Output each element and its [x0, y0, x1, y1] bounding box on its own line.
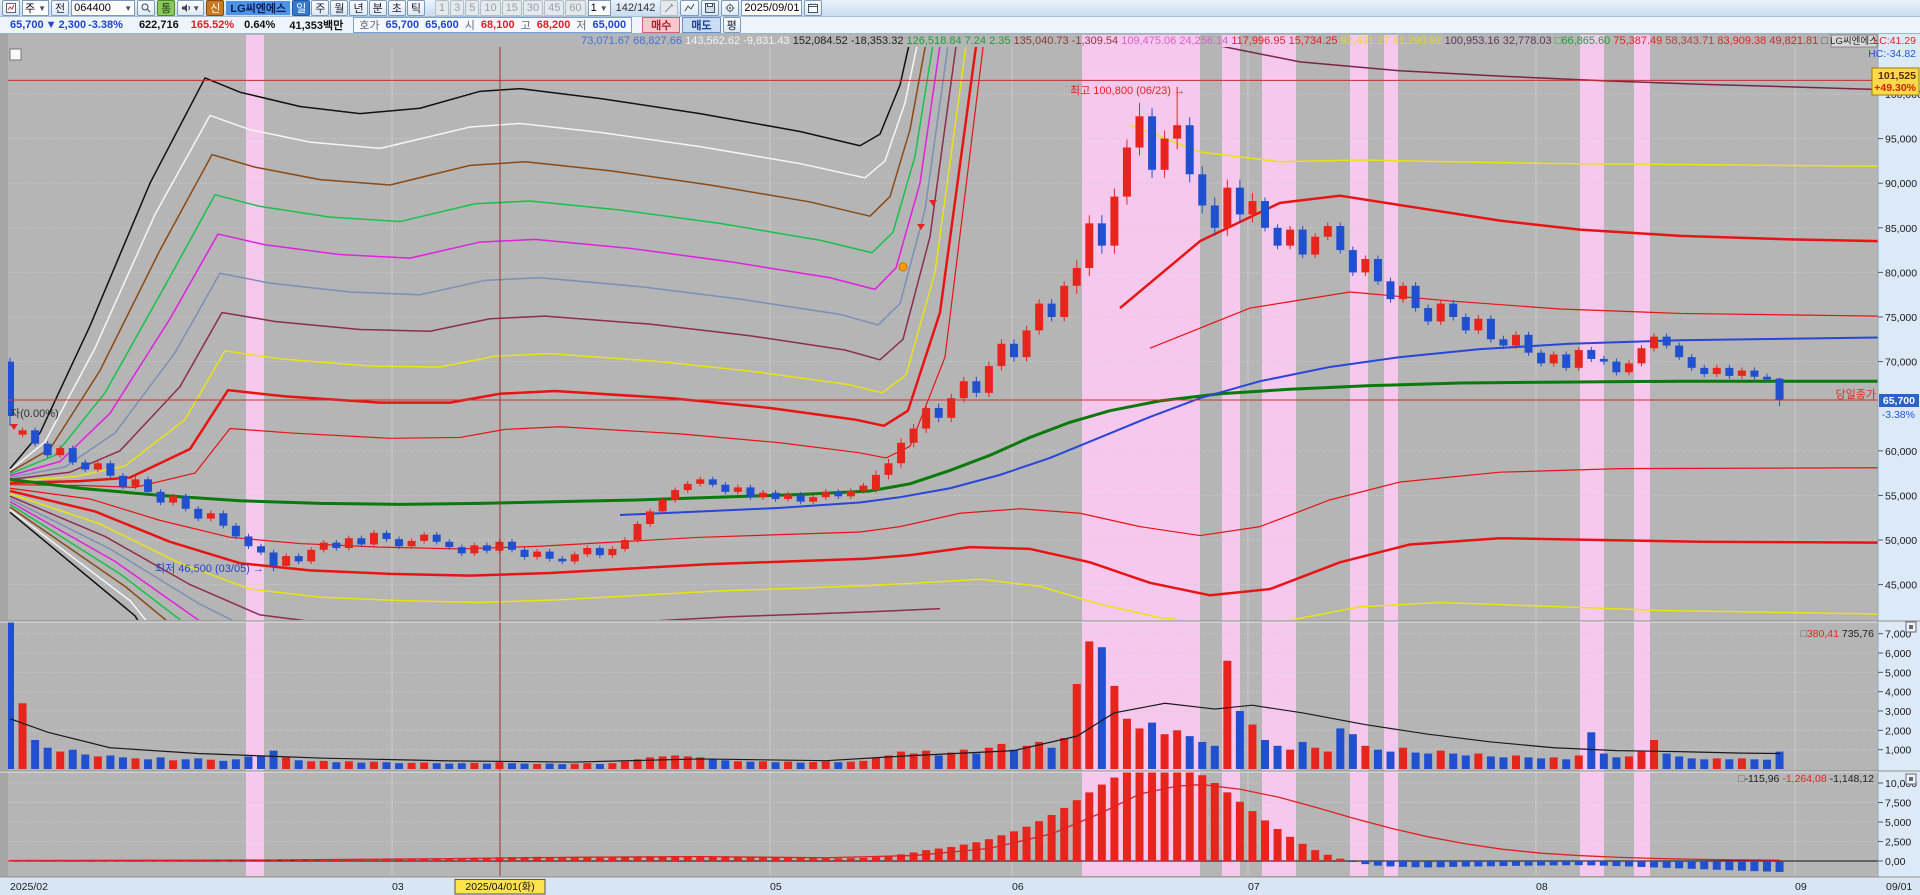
svg-text:당일종가: 당일종가 — [1836, 387, 1876, 401]
chart-canvas[interactable]: 최고 100,800 (06/23) → 최저 46,500 (03/05) → 자… — [0, 0, 1920, 895]
svg-text:05: 05 — [770, 881, 782, 893]
pane-collapse-icon[interactable] — [1905, 621, 1917, 633]
svg-text:75,000: 75,000 — [1885, 312, 1917, 324]
svg-text:LG씨엔에스: LG씨엔에스 — [1830, 36, 1878, 47]
svg-text:95,000: 95,000 — [1885, 134, 1917, 146]
svg-text:1,000: 1,000 — [1885, 745, 1911, 757]
svg-text:85,000: 85,000 — [1885, 223, 1917, 235]
svg-text:55,000: 55,000 — [1885, 490, 1917, 502]
svg-text:73,071.67 68,827.66 143,562.62: 73,071.67 68,827.66 143,562.62 -9,831.43… — [581, 35, 1828, 47]
svg-text:최저 46,500 (03/05) →: 최저 46,500 (03/05) → — [155, 562, 264, 575]
svg-text:0,00: 0,00 — [1885, 856, 1906, 868]
svg-text:08: 08 — [1536, 881, 1548, 893]
svg-text:09/01: 09/01 — [1886, 881, 1912, 893]
svg-text:65,700: 65,700 — [1883, 395, 1915, 407]
chart-tool-box[interactable] — [9, 48, 22, 61]
svg-text:HC:-34.82: HC:-34.82 — [1868, 48, 1916, 60]
svg-text:80,000: 80,000 — [1885, 267, 1917, 279]
svg-text:7,500: 7,500 — [1885, 798, 1911, 810]
svg-text:자(0.00%): 자(0.00%) — [10, 407, 59, 420]
svg-text:09: 09 — [1795, 881, 1807, 893]
svg-text:4,000: 4,000 — [1885, 687, 1911, 699]
stock-chart-window: { "toolbar": { "chart_type": "주", "jeon"… — [0, 0, 1920, 895]
svg-text:2,000: 2,000 — [1885, 725, 1911, 737]
svg-text:45,000: 45,000 — [1885, 580, 1917, 592]
high-price-box: 101,525+49.30% — [1871, 67, 1920, 96]
svg-text:2,500: 2,500 — [1885, 837, 1911, 849]
svg-text:60,000: 60,000 — [1885, 446, 1917, 458]
svg-text:□380,41 735,76: □380,41 735,76 — [1800, 628, 1874, 640]
svg-text:3,000: 3,000 — [1885, 706, 1911, 718]
svg-text:70,000: 70,000 — [1885, 357, 1917, 369]
svg-text:06: 06 — [1012, 881, 1024, 893]
svg-text:-3.38%: -3.38% — [1882, 409, 1915, 421]
svg-text:50,000: 50,000 — [1885, 535, 1917, 547]
svg-text:101,525: 101,525 — [1878, 70, 1916, 82]
svg-text:5,000: 5,000 — [1885, 667, 1911, 679]
svg-text:+49.30%: +49.30% — [1874, 82, 1916, 94]
svg-text:LC:41.29: LC:41.29 — [1873, 35, 1916, 47]
svg-text:90,000: 90,000 — [1885, 178, 1917, 190]
svg-text:2025/02: 2025/02 — [10, 881, 48, 893]
svg-text:07: 07 — [1248, 881, 1260, 893]
crosshair-date-box: 2025/04/01(화) — [454, 879, 546, 895]
svg-text:2025/04/01(화): 2025/04/01(화) — [465, 881, 534, 893]
svg-text:최고 100,800 (06/23) →: 최고 100,800 (06/23) → — [1070, 84, 1185, 97]
svg-text:6,000: 6,000 — [1885, 648, 1911, 660]
svg-text:□-115,96 -1,264,08 -1,148,12: □-115,96 -1,264,08 -1,148,12 — [1738, 773, 1874, 785]
svg-text:5,000: 5,000 — [1885, 817, 1911, 829]
pane-collapse-icon[interactable] — [1905, 773, 1917, 785]
svg-text:03: 03 — [392, 881, 404, 893]
